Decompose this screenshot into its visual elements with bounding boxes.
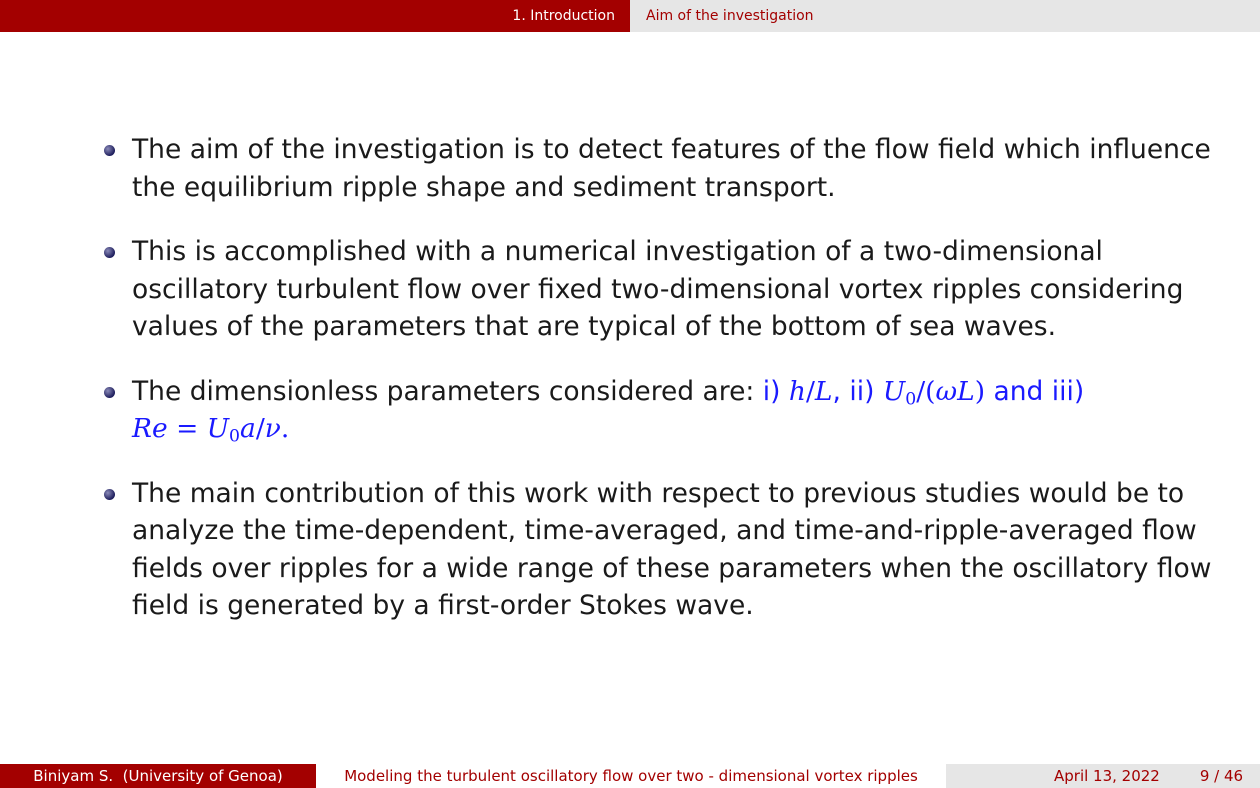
bullet-item: This is accomplished with a numerical in…	[104, 233, 1214, 346]
param-and: and	[993, 375, 1044, 407]
footer-date-page: April 13, 2022 9 / 46	[946, 764, 1260, 788]
header-subsection-bar: Aim of the investigation	[630, 0, 1260, 32]
bullet-dot-icon	[104, 488, 115, 500]
slide-content: The aim of the investigation is to detec…	[104, 131, 1214, 652]
param-2-formula: U0/(ωL)	[882, 375, 986, 409]
bullet-item: The main contribution of this work with …	[104, 475, 1214, 625]
param-3-formula: Re = U0a/ν.	[132, 413, 290, 447]
footer-title: Modeling the turbulent oscillatory flow …	[316, 764, 946, 788]
bullet-item: The aim of the investigation is to detec…	[104, 131, 1214, 206]
bullet-text: This is accomplished with a numerical in…	[132, 236, 1184, 342]
bullet-text: The aim of the investigation is to detec…	[132, 134, 1211, 203]
header-section-bar: 1. Introduction	[0, 0, 630, 32]
footer-date: April 13, 2022	[1054, 767, 1160, 785]
bullet-lead: The dimensionless parameters considered …	[132, 375, 763, 407]
param-1-formula: h/L	[788, 375, 833, 407]
param-2-label: ii)	[849, 375, 875, 407]
header-subsection[interactable]: Aim of the investigation	[630, 8, 814, 24]
slide-header: 1. Introduction Aim of the investigation	[0, 0, 1260, 32]
param-1-label: i)	[762, 375, 781, 407]
slide-footer: Biniyam S. (University of Genoa) Modelin…	[0, 764, 1260, 788]
footer-title-text: Modeling the turbulent oscillatory flow …	[344, 767, 918, 785]
header-section[interactable]: 1. Introduction	[512, 8, 630, 24]
param-3-label: iii)	[1051, 375, 1085, 407]
bullet-text: The main contribution of this work with …	[132, 477, 1212, 622]
bullet-dot-icon	[104, 247, 115, 258]
bullet-dot-icon	[104, 145, 115, 156]
footer-author: Biniyam S. (University of Genoa)	[0, 764, 316, 788]
bullet-item-parameters: The dimensionless parameters considered …	[104, 373, 1214, 448]
footer-author-text: Biniyam S. (University of Genoa)	[33, 767, 283, 785]
bullet-dot-icon	[104, 386, 115, 398]
footer-page-number: 9 / 46	[1199, 767, 1244, 785]
